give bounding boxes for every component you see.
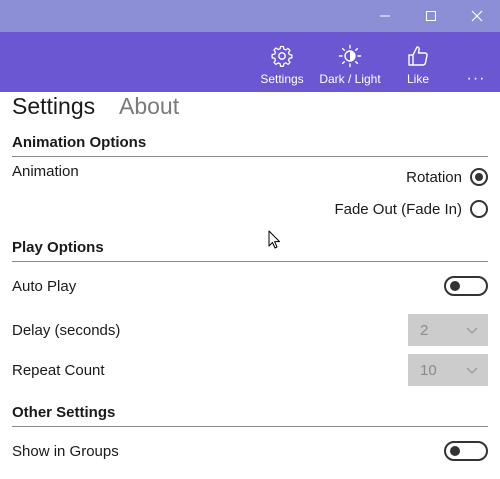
toggle-knob: [450, 281, 460, 291]
tab-about[interactable]: About: [119, 93, 179, 120]
like-button-label: Like: [406, 72, 429, 86]
delay-select-value: 2: [420, 321, 429, 339]
radio-rotation[interactable]: Rotation: [406, 168, 488, 186]
mouse-pointer-icon: [268, 230, 280, 249]
divider: [12, 426, 488, 427]
radio-button-checked[interactable]: [470, 168, 488, 186]
radio-fade[interactable]: Fade Out (Fade In): [334, 200, 488, 218]
repeat-count-select[interactable]: 10: [408, 354, 488, 386]
tab-settings[interactable]: Settings: [12, 93, 95, 120]
animation-options-heading: Animation Options: [12, 134, 147, 151]
chevron-down-icon: [466, 327, 478, 334]
show-in-groups-toggle[interactable]: [444, 441, 488, 461]
repeat-count-label: Repeat Count: [12, 362, 105, 379]
like-button[interactable]: Like: [398, 32, 438, 92]
divider: [12, 261, 488, 262]
settings-button-label: Settings: [260, 72, 304, 86]
repeat-count-select-value: 10: [420, 361, 437, 379]
animation-label: Animation: [12, 163, 79, 180]
more-options-button[interactable]: ···: [462, 71, 490, 92]
maximize-icon: [426, 11, 436, 21]
close-button[interactable]: [454, 0, 500, 32]
delay-label: Delay (seconds): [12, 322, 121, 339]
gear-icon: [271, 44, 293, 68]
play-options-heading: Play Options: [12, 239, 104, 256]
brightness-icon: [338, 44, 362, 68]
chevron-down-icon: [466, 367, 478, 374]
radio-rotation-label: Rotation: [406, 168, 462, 186]
settings-button[interactable]: Settings: [256, 32, 308, 92]
other-settings-heading: Other Settings: [12, 404, 116, 421]
maximize-button[interactable]: [408, 0, 454, 32]
toggle-knob: [450, 446, 460, 456]
minimize-button[interactable]: [362, 0, 408, 32]
minimize-icon: [380, 15, 390, 17]
title-bar: [0, 0, 500, 32]
command-bar: Settings Dark / Light Like ···: [0, 32, 500, 92]
divider: [12, 156, 488, 157]
auto-play-label: Auto Play: [12, 278, 77, 295]
radio-button-unchecked[interactable]: [470, 200, 488, 218]
close-icon: [471, 10, 483, 22]
thumbs-up-icon: [407, 44, 429, 68]
dark-light-button[interactable]: Dark / Light: [316, 32, 384, 92]
dark-light-button-label: Dark / Light: [319, 72, 381, 86]
delay-select[interactable]: 2: [408, 314, 488, 346]
show-in-groups-label: Show in Groups: [12, 443, 119, 460]
auto-play-toggle[interactable]: [444, 276, 488, 296]
radio-fade-label: Fade Out (Fade In): [334, 200, 462, 218]
